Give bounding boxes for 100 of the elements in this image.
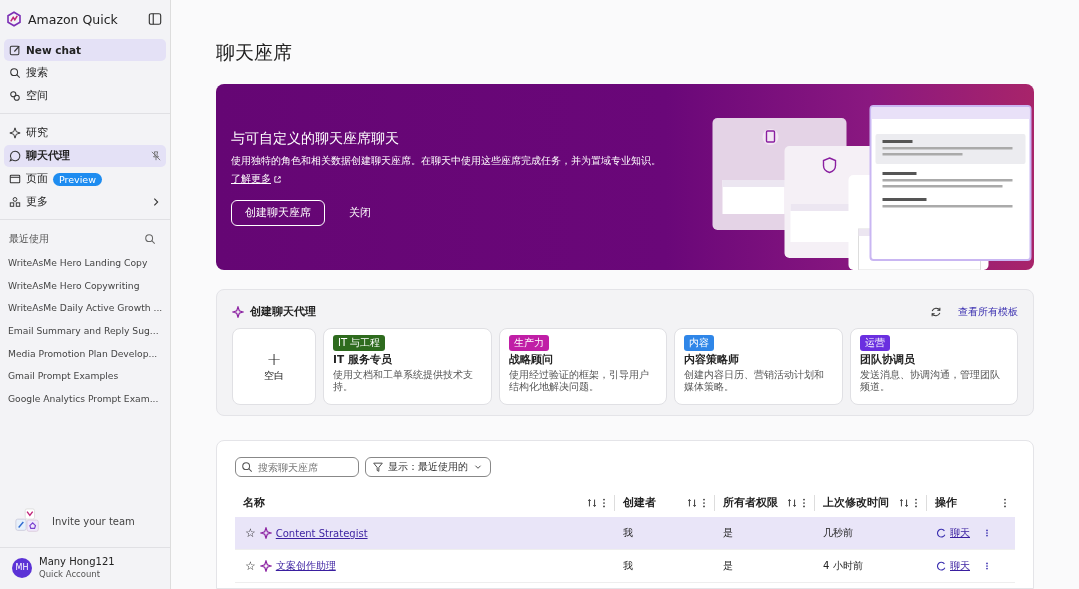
section-title: 最近使用 bbox=[9, 232, 49, 246]
category-tag: IT 与工程 bbox=[333, 335, 386, 351]
column-menu-icon[interactable] bbox=[602, 497, 606, 509]
template-description: 使用文档和工单系统提供技术支持。 bbox=[333, 369, 474, 393]
recent-item[interactable]: WriteAsMe Daily Active Growth ... bbox=[0, 297, 170, 321]
view-all-link[interactable]: 查看所有模板 bbox=[958, 304, 1018, 319]
sort-icon[interactable] bbox=[586, 497, 598, 509]
template-description: 创建内容日历、营销活动计划和媒体策略。 bbox=[684, 369, 825, 393]
category-tag: 运营 bbox=[859, 335, 890, 351]
recent-item[interactable]: WriteAsMe Hero Copywriting bbox=[0, 274, 170, 298]
category-tag: 内容 bbox=[684, 335, 714, 351]
plus-icon: + bbox=[266, 350, 282, 368]
chat-icon bbox=[935, 527, 947, 539]
banner-text: 使用独特的角色和相关数据创建聊天座席。在聊天中使用这些座席完成任务，并为置域专业知识。 bbox=[231, 154, 662, 167]
nav-item[interactable]: New chat bbox=[4, 39, 166, 61]
row-menu-icon[interactable] bbox=[985, 527, 989, 539]
column-header[interactable]: 所有者权限 bbox=[723, 496, 778, 510]
space-icon bbox=[9, 90, 21, 102]
template-description: 发送消息、协调沟通，管理团队频道。 bbox=[859, 369, 1001, 393]
column-header[interactable]: 名称 bbox=[243, 496, 265, 510]
agent-link[interactable]: Content Strategist bbox=[275, 527, 368, 539]
filter-icon bbox=[372, 461, 384, 473]
filter-dropdown[interactable]: 显示：最近使用的 bbox=[365, 457, 491, 477]
create-button[interactable]: 创建聊天座席 bbox=[231, 200, 325, 226]
table-row[interactable]: ☆ Content Strategist 我 是 几秒前 聊天 bbox=[235, 517, 1015, 550]
recent-item[interactable]: Gmail Prompt Examples bbox=[0, 365, 170, 389]
nav-label: 搜索 bbox=[26, 66, 48, 80]
star-icon[interactable]: ☆ bbox=[245, 559, 256, 573]
template-card[interactable]: 内容 内容策略师 创建内容日历、营销活动计划和媒体策略。 bbox=[674, 328, 843, 405]
nav-item[interactable]: 页面 Preview bbox=[4, 168, 166, 190]
learn-more-link[interactable]: 了解更多 bbox=[231, 172, 282, 186]
section-title: 创建聊天代理 bbox=[250, 304, 316, 319]
refresh-icon[interactable] bbox=[930, 305, 942, 318]
close-button[interactable]: 关闭 bbox=[339, 200, 381, 226]
nav-label: 聊天代理 bbox=[26, 149, 70, 163]
template-name: 团队协调员 bbox=[859, 353, 915, 367]
recent-item[interactable]: Google Analytics Prompt Exam... bbox=[0, 388, 170, 411]
chat-icon bbox=[935, 560, 947, 572]
template-name: 战略顾问 bbox=[508, 353, 553, 367]
nav-label: 页面 bbox=[26, 172, 48, 186]
logo-icon bbox=[6, 11, 22, 27]
table-cell: 4 小时前 bbox=[823, 559, 863, 573]
user-name: Many Hong121 bbox=[39, 556, 115, 567]
chat-bubble-icon bbox=[9, 150, 21, 162]
external-link-icon bbox=[273, 174, 282, 184]
nav-item[interactable]: 更多 bbox=[4, 191, 166, 213]
recent-item[interactable]: WriteAsMe Hero Landing Copy bbox=[0, 252, 170, 275]
star-icon[interactable]: ☆ bbox=[245, 526, 256, 540]
column-menu-icon[interactable] bbox=[1003, 497, 1007, 509]
chat-link[interactable]: 聊天 bbox=[950, 526, 970, 540]
sort-icon[interactable] bbox=[898, 497, 910, 509]
template-card[interactable]: 运营 团队协调员 发送消息、协调沟通，管理团队频道。 bbox=[849, 328, 1018, 405]
preview-badge: Preview bbox=[53, 172, 102, 186]
table-cell: 是 bbox=[723, 559, 733, 573]
column-menu-icon[interactable] bbox=[802, 497, 806, 509]
table-cell: 几秒前 bbox=[823, 526, 853, 540]
unpin-icon[interactable] bbox=[151, 151, 161, 161]
column-header[interactable]: 创建者 bbox=[623, 496, 656, 510]
blank-template-card[interactable]: + 空白 bbox=[232, 328, 316, 405]
nav-item[interactable]: 空间 bbox=[4, 85, 166, 107]
invite-link[interactable]: Invite your team bbox=[52, 515, 135, 527]
template-card[interactable]: 生产力 战略顾问 使用经过验证的框架，引导用户结构化地解决问题。 bbox=[498, 328, 667, 405]
account-type: Quick Account bbox=[39, 569, 102, 579]
page-icon bbox=[9, 173, 21, 185]
nav-item[interactable]: 研究 bbox=[4, 122, 166, 144]
banner-title: 与可自定义的聊天座席聊天 bbox=[231, 130, 400, 148]
chat-link[interactable]: 聊天 bbox=[950, 559, 970, 573]
agent-link[interactable]: 文案创作助理 bbox=[275, 559, 336, 573]
search-icon bbox=[9, 67, 21, 79]
sort-icon[interactable] bbox=[686, 497, 698, 509]
template-description: 使用经过验证的框架，引导用户结构化地解决问题。 bbox=[508, 369, 650, 393]
template-name: IT 服务专员 bbox=[333, 353, 392, 367]
column-header[interactable]: 操作 bbox=[935, 496, 957, 510]
table-cell: 我 bbox=[623, 526, 633, 540]
nav-item[interactable]: 搜索 bbox=[4, 62, 166, 84]
sort-icon[interactable] bbox=[786, 497, 798, 509]
table-cell: 我 bbox=[623, 559, 633, 573]
nav-item[interactable]: 聊天代理 bbox=[4, 145, 166, 167]
brand-name: Amazon Quick bbox=[28, 11, 119, 27]
template-name: 内容策略师 bbox=[684, 353, 739, 367]
sidebar-toggle-icon[interactable] bbox=[148, 12, 162, 26]
user-avatar[interactable]: MH bbox=[12, 557, 32, 578]
table-row[interactable]: ☆ 文案创作助理 我 是 4 小时前 聊天 bbox=[235, 550, 1015, 583]
nav-label: 研究 bbox=[26, 126, 48, 140]
nav-label: 空间 bbox=[26, 89, 48, 103]
row-menu-icon[interactable] bbox=[985, 560, 989, 572]
search-icon[interactable] bbox=[144, 233, 156, 245]
sparkle-icon bbox=[9, 127, 21, 139]
recent-item[interactable]: Media Promotion Plan Develop... bbox=[0, 342, 170, 366]
edit-icon bbox=[9, 44, 21, 56]
page-title: 聊天座席 bbox=[216, 40, 293, 64]
template-card[interactable]: IT 与工程 IT 服务专员 使用文档和工单系统提供技术支持。 bbox=[323, 328, 492, 405]
column-menu-icon[interactable] bbox=[914, 497, 918, 509]
search-field[interactable]: 搜索聊天座席 bbox=[235, 457, 359, 477]
column-menu-icon[interactable] bbox=[702, 497, 706, 509]
sparkle-icon bbox=[232, 305, 244, 318]
recent-item[interactable]: Email Summary and Reply Sug... bbox=[0, 320, 170, 343]
nav-label: 更多 bbox=[26, 195, 48, 209]
column-header[interactable]: 上次修改时间 bbox=[823, 496, 889, 510]
sparkle-icon bbox=[259, 560, 272, 572]
